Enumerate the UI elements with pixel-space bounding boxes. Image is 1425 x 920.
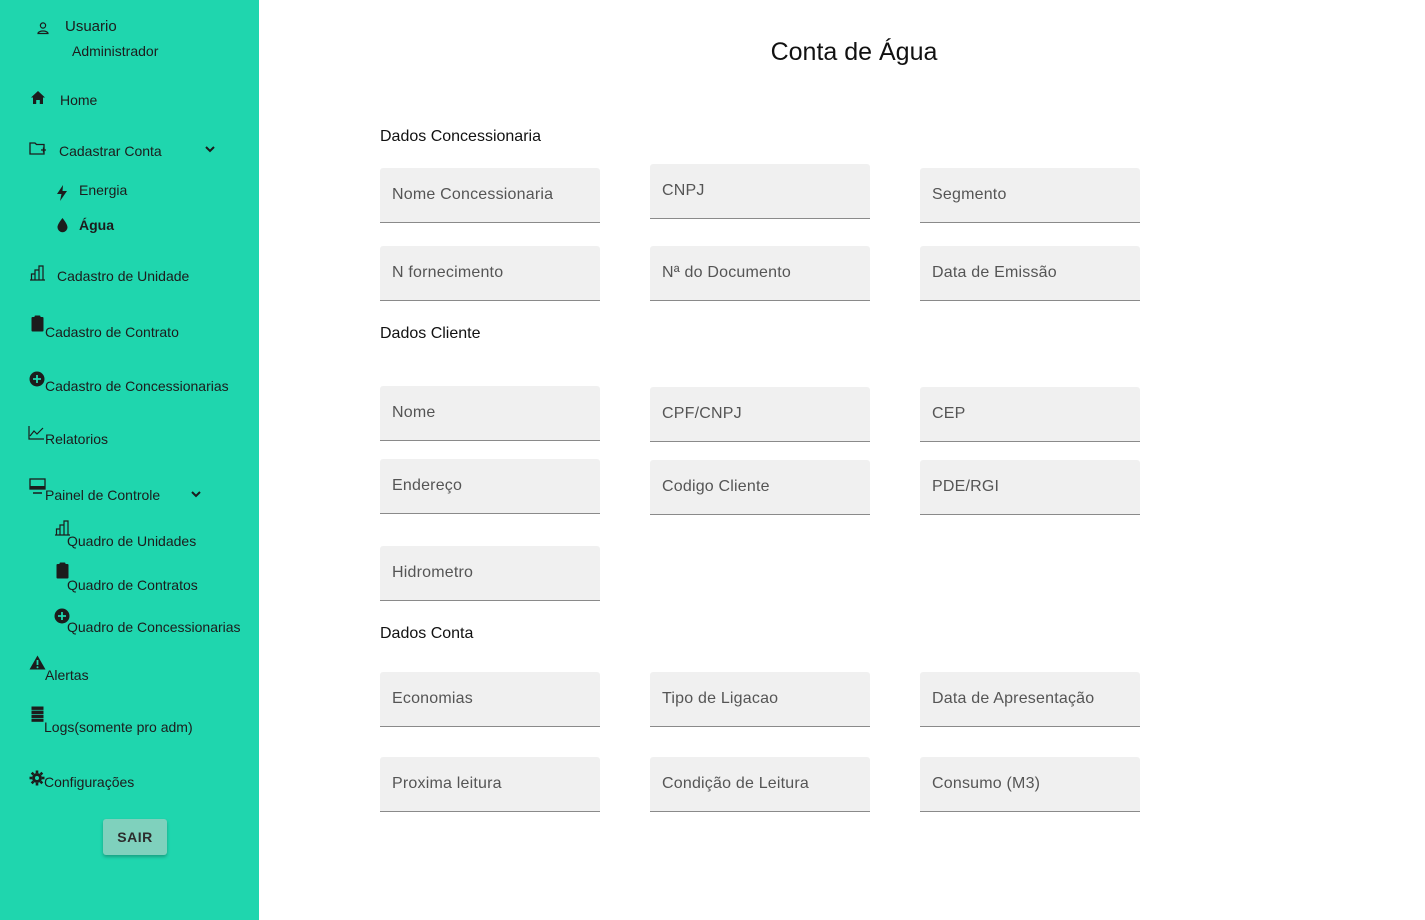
field-placeholder: Hidrometro	[392, 564, 474, 581]
chevron-down-icon[interactable]	[190, 490, 202, 498]
segmento-field[interactable]: Segmento	[920, 168, 1140, 223]
nome-concessionaria-field[interactable]: Nome Concessionaria	[380, 168, 600, 223]
page-title: Conta de Água	[770, 38, 938, 66]
condicao-leitura-field[interactable]: Condição de Leitura	[650, 757, 870, 812]
nav-agua-label: Água	[79, 217, 114, 233]
endereco-field[interactable]: Endereço	[380, 459, 600, 514]
proxima-leitura-field[interactable]: Proxima leitura	[380, 757, 600, 812]
cep-field[interactable]: CEP	[920, 387, 1140, 442]
nome-field[interactable]: Nome	[380, 386, 600, 441]
folder-add-icon	[29, 141, 47, 156]
consumo-field[interactable]: Consumo (M3)	[920, 757, 1140, 812]
tipo-ligacao-field[interactable]: Tipo de Ligacao	[650, 672, 870, 727]
nav-cadastro-contrato-label: Cadastro de Contrato	[45, 324, 179, 340]
nav-configuracoes-label: Configurações	[44, 774, 135, 790]
field-placeholder: CNPJ	[662, 182, 705, 199]
field-placeholder: Codigo Cliente	[662, 478, 770, 495]
n-fornecimento-field[interactable]: N fornecimento	[380, 246, 600, 301]
nav-cadastrar-conta-label: Cadastrar Conta	[59, 143, 162, 159]
n-documento-field[interactable]: Nª do Documento	[650, 246, 870, 301]
field-placeholder: Economias	[392, 690, 473, 707]
monitor-icon	[29, 478, 46, 494]
nav-energia-label: Energia	[79, 182, 128, 198]
field-placeholder: Condição de Leitura	[662, 775, 810, 792]
add-circle-icon	[29, 371, 45, 387]
cpf-cnpj-field[interactable]: CPF/CNPJ	[650, 387, 870, 442]
nav-relatorios-label: Relatorios	[45, 431, 109, 447]
lightning-icon	[56, 184, 68, 202]
nav-painel-controle-label: Painel de Controle	[45, 487, 161, 503]
nav-quadro-unidades-label: Quadro de Unidades	[67, 533, 197, 549]
list-icon	[31, 706, 44, 722]
field-placeholder: Data de Emissão	[932, 264, 1057, 281]
field-placeholder: N fornecimento	[392, 264, 504, 281]
nav-logs-label: Logs(somente pro adm)	[44, 719, 193, 735]
field-placeholder: Segmento	[932, 186, 1007, 203]
gear-icon	[29, 770, 45, 786]
cnpj-field[interactable]: CNPJ	[650, 164, 870, 219]
section-title-conta: Dados Conta	[380, 625, 474, 642]
water-drop-icon	[56, 217, 69, 233]
nav-cadastro-unidade-label: Cadastro de Unidade	[57, 268, 190, 284]
building-icon	[29, 265, 46, 281]
nav-alertas-label: Alertas	[45, 667, 89, 683]
warning-icon	[29, 655, 46, 670]
field-placeholder: Tipo de Ligacao	[662, 690, 779, 707]
nav-cadastro-concessionarias-label: Cadastro de Concessionarias	[45, 378, 229, 394]
chevron-down-icon[interactable]	[204, 145, 216, 153]
pde-rgi-field[interactable]: PDE/RGI	[920, 460, 1140, 515]
sidebar: Usuario Administrador Home Cadastrar Con…	[0, 0, 259, 920]
clipboard-icon	[31, 315, 44, 332]
field-placeholder: Proxima leitura	[392, 775, 502, 792]
user-icon	[36, 21, 50, 35]
field-placeholder: Nome Concessionaria	[392, 186, 554, 203]
user-role: Administrador	[72, 43, 159, 59]
nav-home-label: Home	[60, 92, 98, 108]
data-emissao-field[interactable]: Data de Emissão	[920, 246, 1140, 301]
user-name: Usuario	[65, 18, 117, 35]
codigo-cliente-field[interactable]: Codigo Cliente	[650, 460, 870, 515]
field-placeholder: Nome	[392, 404, 436, 421]
nav-quadro-contratos-label: Quadro de Contratos	[67, 577, 198, 593]
field-placeholder: CPF/CNPJ	[662, 405, 742, 422]
field-placeholder: PDE/RGI	[932, 478, 1000, 495]
section-title-cliente: Dados Cliente	[380, 325, 481, 342]
hidrometro-field[interactable]: Hidrometro	[380, 546, 600, 601]
home-icon	[30, 90, 46, 105]
nav-quadro-concessionarias-label: Quadro de Concessionarias	[67, 619, 241, 635]
economias-field[interactable]: Economias	[380, 672, 600, 727]
section-title-concessionaria: Dados Concessionaria	[380, 128, 541, 145]
logout-button[interactable]: SAIR	[103, 819, 167, 855]
field-placeholder: Endereço	[392, 477, 463, 494]
data-apresentacao-field[interactable]: Data de Apresentação	[920, 672, 1140, 727]
field-placeholder: CEP	[932, 405, 966, 422]
chart-line-icon	[28, 425, 45, 440]
field-placeholder: Consumo (M3)	[932, 775, 1041, 792]
field-placeholder: Nª do Documento	[662, 264, 791, 281]
field-placeholder: Data de Apresentação	[932, 690, 1095, 707]
